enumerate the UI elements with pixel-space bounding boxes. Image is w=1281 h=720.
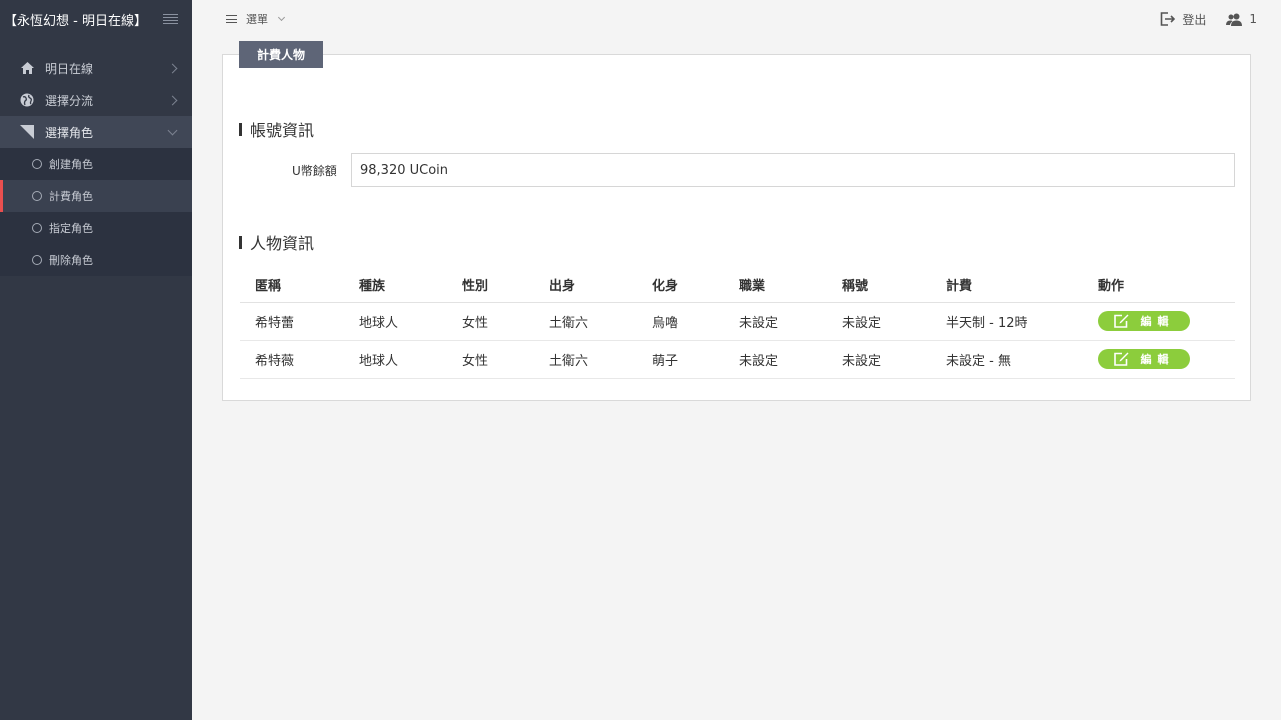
sidebar-item-home[interactable]: 明日在線 bbox=[0, 52, 192, 84]
brand-title: 【永恆幻想 - 明日在線】 bbox=[4, 13, 147, 29]
menu-label: 選單 bbox=[246, 13, 268, 26]
column-header: 性別 bbox=[447, 267, 534, 303]
column-header: 動作 bbox=[1083, 267, 1235, 303]
balance-label: U幣餘額 bbox=[292, 164, 337, 178]
balance-field[interactable] bbox=[351, 153, 1235, 187]
sidebar-subitem-label: 創建角色 bbox=[49, 158, 93, 171]
table-cell: 編輯 bbox=[1083, 302, 1235, 341]
sidebar-item-character[interactable]: 選擇角色 bbox=[0, 116, 192, 148]
edit-icon bbox=[1113, 314, 1128, 328]
table-cell: 未設定 - 無 bbox=[931, 340, 1083, 379]
table-cell: 女性 bbox=[447, 302, 534, 341]
sidebar-subitem-label: 指定角色 bbox=[49, 222, 93, 235]
arrow-icon bbox=[19, 124, 35, 140]
menu-icon bbox=[226, 15, 237, 23]
sidebar-subitem-delete[interactable]: 刪除角色 bbox=[0, 244, 192, 276]
table-cell: 女性 bbox=[447, 340, 534, 379]
sidebar-nav: 明日在線 選擇分流 選擇角色 創建角色 計費角色 指定角色 刪除角色 bbox=[0, 52, 192, 276]
globe-icon bbox=[19, 92, 35, 108]
chevron-right-icon bbox=[167, 95, 178, 105]
logout-button[interactable]: 登出 bbox=[1160, 11, 1206, 28]
menu-dropdown-button[interactable]: 選單 bbox=[226, 11, 286, 27]
edit-icon bbox=[1113, 352, 1128, 366]
table-cell: 半天制 - 12時 bbox=[931, 302, 1083, 341]
account-section-title: 帳號資訊 bbox=[239, 117, 314, 141]
column-header: 種族 bbox=[344, 267, 447, 303]
circle-icon bbox=[32, 191, 42, 201]
sidebar-submenu: 創建角色 計費角色 指定角色 刪除角色 bbox=[0, 148, 192, 276]
sidebar-item-label: 選擇分流 bbox=[45, 93, 94, 108]
column-header: 計費 bbox=[931, 267, 1083, 303]
edit-button[interactable]: 編輯 bbox=[1098, 310, 1190, 331]
column-header: 稱號 bbox=[827, 267, 931, 303]
column-header: 化身 bbox=[637, 267, 724, 303]
table-row: 希特薇 地球人 女性 土衛六 萌子 未設定 未設定 未設定 - 無 編輯 bbox=[240, 340, 1235, 379]
chevron-down-icon bbox=[277, 13, 286, 22]
sidebar-subitem-label: 刪除角色 bbox=[49, 254, 93, 267]
edit-button[interactable]: 編輯 bbox=[1098, 348, 1190, 369]
sidebar-subitem-assign[interactable]: 指定角色 bbox=[0, 212, 192, 244]
chevron-right-icon bbox=[167, 63, 178, 73]
users-icon bbox=[1226, 13, 1243, 26]
table-header-row: 匿稱 種族 性別 出身 化身 職業 稱號 計費 動作 bbox=[240, 267, 1235, 303]
logout-icon bbox=[1161, 12, 1176, 26]
character-section-title: 人物資訊 bbox=[239, 230, 314, 254]
sidebar-subitem-create[interactable]: 創建角色 bbox=[0, 148, 192, 180]
column-header: 出身 bbox=[534, 267, 637, 303]
table-cell: 烏嚕 bbox=[637, 302, 724, 341]
panel-tab: 計費人物 bbox=[239, 41, 323, 68]
table-cell: 未設定 bbox=[724, 340, 827, 379]
table-row: 希特蕾 地球人 女性 土衛六 烏嚕 未設定 未設定 半天制 - 12時 編輯 bbox=[240, 302, 1235, 341]
table-cell: 萌子 bbox=[637, 340, 724, 379]
table-cell: 編輯 bbox=[1083, 340, 1235, 379]
chevron-down-icon bbox=[167, 125, 178, 135]
edit-button-label: 編輯 bbox=[1140, 315, 1175, 328]
sidebar-subitem-billing[interactable]: 計費角色 bbox=[0, 180, 192, 212]
table-cell: 希特蕾 bbox=[240, 302, 344, 341]
table-cell: 土衛六 bbox=[534, 340, 637, 379]
table-cell: 地球人 bbox=[344, 302, 447, 341]
table-cell: 土衛六 bbox=[534, 302, 637, 341]
character-table: 匿稱 種族 性別 出身 化身 職業 稱號 計費 動作 希特蕾 地球人 女性 土衛… bbox=[240, 267, 1235, 379]
edit-button-label: 編輯 bbox=[1140, 353, 1175, 366]
sidebar: 【永恆幻想 - 明日在線】 明日在線 選擇分流 選擇角色 創建角色 計費角色 指… bbox=[0, 0, 192, 720]
sidebar-item-label: 明日在線 bbox=[45, 61, 94, 76]
online-users-button[interactable]: 1 bbox=[1226, 12, 1257, 26]
table-cell: 地球人 bbox=[344, 340, 447, 379]
topbar: 選單 登出 1 bbox=[192, 0, 1281, 38]
brand-header: 【永恆幻想 - 明日在線】 bbox=[0, 0, 192, 38]
user-count: 1 bbox=[1249, 12, 1257, 26]
table-cell: 未設定 bbox=[827, 302, 931, 341]
section-heading: 帳號資訊 bbox=[250, 121, 315, 140]
sidebar-toggle-icon[interactable] bbox=[163, 13, 178, 25]
circle-icon bbox=[32, 159, 42, 169]
sidebar-item-server[interactable]: 選擇分流 bbox=[0, 84, 192, 116]
circle-icon bbox=[32, 223, 42, 233]
section-heading: 人物資訊 bbox=[250, 234, 315, 253]
table-cell: 未設定 bbox=[724, 302, 827, 341]
table-cell: 希特薇 bbox=[240, 340, 344, 379]
table-cell: 未設定 bbox=[827, 340, 931, 379]
home-icon bbox=[19, 60, 35, 76]
logout-label: 登出 bbox=[1182, 12, 1207, 27]
circle-icon bbox=[32, 255, 42, 265]
column-header: 匿稱 bbox=[240, 267, 344, 303]
sidebar-subitem-label: 計費角色 bbox=[49, 190, 93, 203]
sidebar-item-label: 選擇角色 bbox=[45, 125, 94, 140]
column-header: 職業 bbox=[724, 267, 827, 303]
